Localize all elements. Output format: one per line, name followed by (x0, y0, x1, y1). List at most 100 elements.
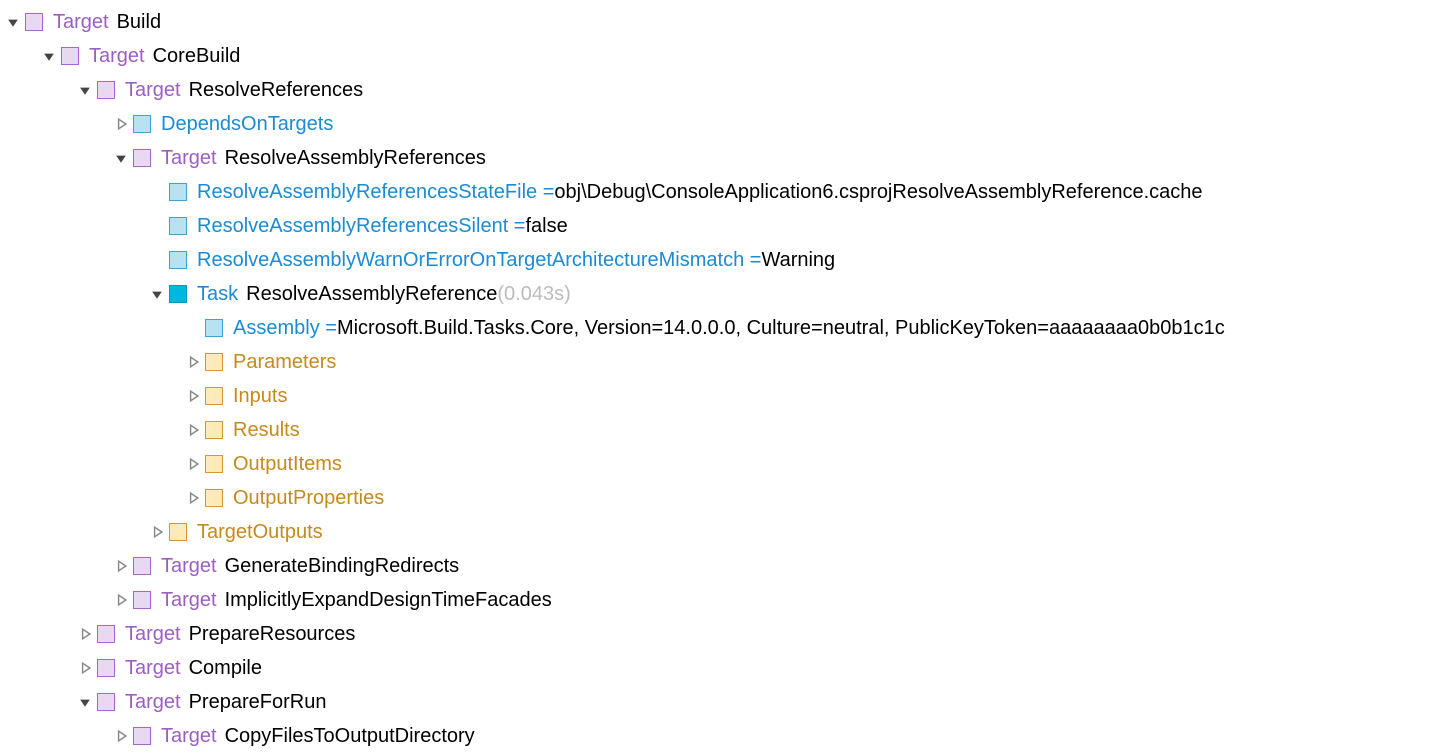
keyword-target: Target (125, 685, 181, 719)
label-prop-val-silent: false (526, 209, 568, 243)
tree-item-target-resolvereferences[interactable]: TargetResolveReferences (5, 73, 1453, 107)
label-prop-key-silent: ResolveAssemblyReferencesSilent = (197, 209, 526, 243)
tree-item-targetoutputs[interactable]: TargetOutputs (5, 515, 1453, 549)
property-icon (205, 319, 223, 337)
label-compile: Compile (189, 651, 262, 685)
folder-icon (133, 115, 151, 133)
label-parameters: Parameters (233, 345, 336, 379)
tree-item-target-compile[interactable]: TargetCompile (5, 651, 1453, 685)
expand-toggle-collapsed-icon[interactable] (77, 626, 93, 642)
tree-item-results[interactable]: Results (5, 413, 1453, 447)
target-icon (97, 659, 115, 677)
label-copyfiles: CopyFilesToOutputDirectory (225, 719, 475, 753)
target-icon (97, 693, 115, 711)
expand-toggle-expanded-icon[interactable] (113, 150, 129, 166)
target-icon (133, 727, 151, 745)
label-prop-key-statefile: ResolveAssemblyReferencesStateFile = (197, 175, 554, 209)
label-outputitems: OutputItems (233, 447, 342, 481)
expand-toggle-collapsed-icon[interactable] (113, 728, 129, 744)
tree-item-task-rar[interactable]: TaskResolveAssemblyReference (0.043s) (5, 277, 1453, 311)
expand-toggle-expanded-icon[interactable] (41, 48, 57, 64)
tree-item-target-implicitlyexpand[interactable]: TargetImplicitlyExpandDesignTimeFacades (5, 583, 1453, 617)
folder-icon (205, 489, 223, 507)
expand-toggle-expanded-icon[interactable] (77, 694, 93, 710)
tree-item-target-resolveassemblyreferences[interactable]: TargetResolveAssemblyReferences (5, 141, 1453, 175)
task-icon (169, 285, 187, 303)
tree-item-target-build[interactable]: TargetBuild (5, 5, 1453, 39)
keyword-target: Target (53, 5, 109, 39)
folder-icon (205, 387, 223, 405)
tree-item-prop-silent[interactable]: ResolveAssemblyReferencesSilent = false (5, 209, 1453, 243)
label-outputproperties: OutputProperties (233, 481, 384, 515)
keyword-target: Target (89, 39, 145, 73)
property-icon (169, 251, 187, 269)
label-genbindingredirects: GenerateBindingRedirects (225, 549, 460, 583)
folder-icon (205, 353, 223, 371)
tree-item-outputitems[interactable]: OutputItems (5, 447, 1453, 481)
label-corebuild: CoreBuild (153, 39, 241, 73)
keyword-task: Task (197, 277, 238, 311)
expand-toggle-expanded-icon[interactable] (149, 286, 165, 302)
expand-toggle-collapsed-icon[interactable] (185, 456, 201, 472)
label-targetoutputs: TargetOutputs (197, 515, 323, 549)
target-icon (61, 47, 79, 65)
tree-item-target-prepareforrun[interactable]: TargetPrepareForRun (5, 685, 1453, 719)
expand-toggle-collapsed-icon[interactable] (77, 660, 93, 676)
tree-item-prop-assembly[interactable]: Assembly = Microsoft.Build.Tasks.Core, V… (5, 311, 1453, 345)
label-resolvereferences: ResolveReferences (189, 73, 364, 107)
target-icon (97, 625, 115, 643)
keyword-target: Target (161, 141, 217, 175)
keyword-target: Target (161, 583, 217, 617)
folder-icon (169, 523, 187, 541)
expand-toggle-collapsed-icon[interactable] (113, 558, 129, 574)
target-icon (133, 591, 151, 609)
label-task-rar-time: (0.043s) (497, 277, 570, 311)
folder-icon (205, 421, 223, 439)
label-prepareforrun: PrepareForRun (189, 685, 327, 719)
target-icon (133, 149, 151, 167)
keyword-target: Target (125, 651, 181, 685)
expand-toggle-collapsed-icon[interactable] (185, 422, 201, 438)
label-build: Build (117, 5, 161, 39)
expand-toggle-collapsed-icon[interactable] (149, 524, 165, 540)
property-icon (169, 217, 187, 235)
tree-item-prop-statefile[interactable]: ResolveAssemblyReferencesStateFile = obj… (5, 175, 1453, 209)
expand-toggle-collapsed-icon[interactable] (113, 116, 129, 132)
tree-item-parameters[interactable]: Parameters (5, 345, 1453, 379)
expand-toggle-collapsed-icon[interactable] (185, 490, 201, 506)
label-task-rar: ResolveAssemblyReference (246, 277, 497, 311)
expand-toggle-collapsed-icon[interactable] (113, 592, 129, 608)
tree-item-target-genbindingredirects[interactable]: TargetGenerateBindingRedirects (5, 549, 1453, 583)
label-resolveassemblyreferences: ResolveAssemblyReferences (225, 141, 486, 175)
expand-toggle-expanded-icon[interactable] (77, 82, 93, 98)
tree-item-target-copyfiles[interactable]: TargetCopyFilesToOutputDirectory (5, 719, 1453, 753)
tree-item-prop-archmismatch[interactable]: ResolveAssemblyWarnOrErrorOnTargetArchit… (5, 243, 1453, 277)
keyword-target: Target (125, 73, 181, 107)
label-implicitlyexpand: ImplicitlyExpandDesignTimeFacades (225, 583, 552, 617)
label-inputs: Inputs (233, 379, 287, 413)
label-prop-key-assembly: Assembly = (233, 311, 337, 345)
label-prop-val-assembly: Microsoft.Build.Tasks.Core, Version=14.0… (337, 311, 1225, 345)
target-icon (25, 13, 43, 31)
label-prepareresources: PrepareResources (189, 617, 356, 651)
target-icon (133, 557, 151, 575)
tree-item-inputs[interactable]: Inputs (5, 379, 1453, 413)
keyword-target: Target (125, 617, 181, 651)
expand-toggle-expanded-icon[interactable] (5, 14, 21, 30)
tree-item-dependsontargets[interactable]: DependsOnTargets (5, 107, 1453, 141)
tree-item-outputproperties[interactable]: OutputProperties (5, 481, 1453, 515)
label-prop-val-archmismatch: Warning (761, 243, 835, 277)
property-icon (169, 183, 187, 201)
tree-item-target-prepareresources[interactable]: TargetPrepareResources (5, 617, 1453, 651)
label-results: Results (233, 413, 300, 447)
keyword-target: Target (161, 719, 217, 753)
target-icon (97, 81, 115, 99)
expand-toggle-collapsed-icon[interactable] (185, 388, 201, 404)
expand-toggle-collapsed-icon[interactable] (185, 354, 201, 370)
keyword-target: Target (161, 549, 217, 583)
label-prop-val-statefile: obj\Debug\ConsoleApplication6.csprojReso… (554, 175, 1202, 209)
label-dependsontargets: DependsOnTargets (161, 107, 333, 141)
tree-item-target-corebuild[interactable]: TargetCoreBuild (5, 39, 1453, 73)
label-prop-key-archmismatch: ResolveAssemblyWarnOrErrorOnTargetArchit… (197, 243, 761, 277)
folder-icon (205, 455, 223, 473)
